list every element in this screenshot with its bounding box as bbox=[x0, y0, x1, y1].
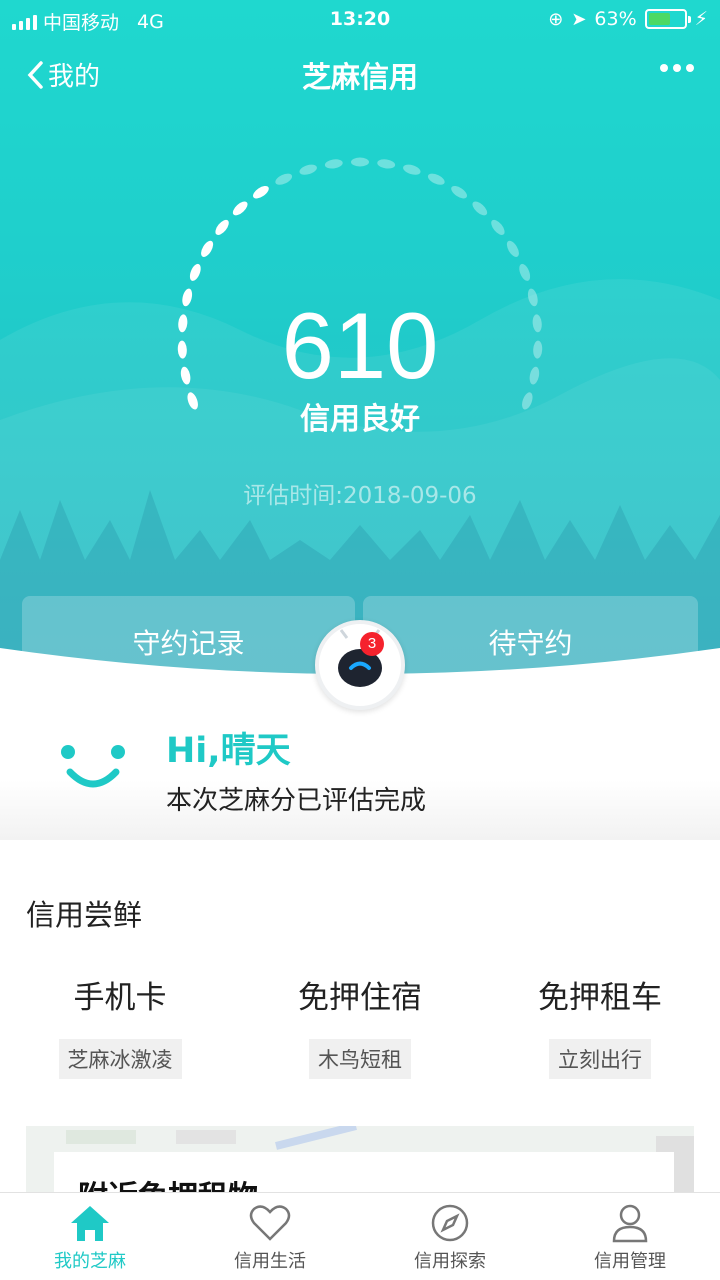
tab-credit-explore[interactable]: 信用探索 bbox=[360, 1193, 540, 1280]
more-dot-icon bbox=[660, 64, 668, 72]
item-name: 免押住宿 bbox=[298, 980, 422, 1016]
trial-item-deposit-free-lodging[interactable]: 免押住宿 木鸟短租 bbox=[240, 972, 480, 1079]
tab-credit-manage[interactable]: 信用管理 bbox=[540, 1193, 720, 1280]
assistant-robot-button[interactable] bbox=[315, 620, 405, 710]
rotation-lock-icon: ⊕ bbox=[548, 8, 564, 30]
home-icon bbox=[71, 1206, 109, 1241]
trial-item-deposit-free-car[interactable]: 免押租车 立刻出行 bbox=[480, 972, 720, 1079]
battery-percent: 63% bbox=[594, 8, 637, 30]
more-button[interactable] bbox=[660, 58, 694, 78]
trial-item-phone-card[interactable]: 手机卡 芝麻冰激凌 bbox=[0, 972, 240, 1079]
nav-bar: 我的 芝麻信用 bbox=[0, 48, 720, 102]
item-name: 手机卡 bbox=[73, 980, 167, 1016]
compass-icon bbox=[431, 1204, 469, 1242]
more-dot-icon bbox=[673, 64, 681, 72]
section-title: 信用尝鲜 bbox=[26, 898, 143, 932]
gauge-dot bbox=[189, 263, 201, 281]
gauge-dot bbox=[232, 201, 248, 216]
tab-label: 我的芝麻 bbox=[54, 1251, 126, 1272]
item-tag: 立刻出行 bbox=[549, 1039, 651, 1079]
greeting-panel bbox=[0, 690, 720, 840]
status-bar: 中国移动 4G 13:20 ⊕ ➤ 63% ⚡ bbox=[0, 0, 720, 40]
notification-badge: 3 bbox=[360, 632, 384, 656]
charging-icon: ⚡ bbox=[694, 8, 708, 30]
more-dot-icon bbox=[686, 64, 694, 72]
user-icon bbox=[612, 1204, 648, 1243]
greeting-title: Hi,晴天 bbox=[166, 731, 291, 771]
tab-my-zhima[interactable]: 我的芝麻 bbox=[0, 1193, 180, 1280]
greeting-message: 本次芝麻分已评估完成 bbox=[166, 786, 427, 816]
tab-credit-life[interactable]: 信用生活 bbox=[180, 1193, 360, 1280]
robot-icon bbox=[338, 629, 382, 687]
credit-hero: 中国移动 4G 13:20 ⊕ ➤ 63% ⚡ 我的 芝麻信用 610 信用良好… bbox=[0, 0, 720, 700]
gauge-dot bbox=[506, 240, 519, 257]
credit-score: 610 bbox=[281, 293, 439, 398]
gauge-dot bbox=[403, 164, 421, 175]
page-title: 芝麻信用 bbox=[301, 60, 418, 94]
gauge-dot bbox=[451, 185, 467, 199]
gauge-dot bbox=[519, 263, 531, 281]
gauge-dot bbox=[275, 173, 293, 185]
gauge-dot bbox=[377, 159, 396, 169]
item-tag: 木鸟短租 bbox=[309, 1039, 411, 1079]
gauge-dot bbox=[299, 164, 317, 175]
location-icon: ➤ bbox=[571, 8, 587, 30]
gauge-dot bbox=[427, 173, 445, 185]
gauge-dot bbox=[253, 185, 269, 199]
gauge-dot bbox=[215, 219, 229, 235]
battery-icon bbox=[644, 9, 691, 29]
gauge-dot bbox=[351, 157, 369, 167]
smiley-icon bbox=[61, 745, 125, 788]
tab-label: 信用生活 bbox=[234, 1251, 306, 1272]
gauge-dot bbox=[472, 201, 488, 216]
credit-grade: 信用良好 bbox=[300, 402, 420, 437]
gauge-dot bbox=[201, 240, 214, 257]
gauge-dot bbox=[491, 219, 505, 235]
item-tag: 芝麻冰激凌 bbox=[58, 1039, 182, 1079]
heart-icon bbox=[249, 1205, 291, 1241]
bottom-tab-bar: 我的芝麻 信用生活 信用探索 信用管理 bbox=[0, 1192, 720, 1280]
gauge-dot bbox=[324, 159, 343, 169]
evaluation-date: 评估时间:2018-09-06 bbox=[243, 483, 477, 509]
tab-label: 信用探索 bbox=[414, 1251, 486, 1272]
item-name: 免押租车 bbox=[538, 980, 662, 1016]
tab-label: 信用管理 bbox=[594, 1251, 666, 1272]
